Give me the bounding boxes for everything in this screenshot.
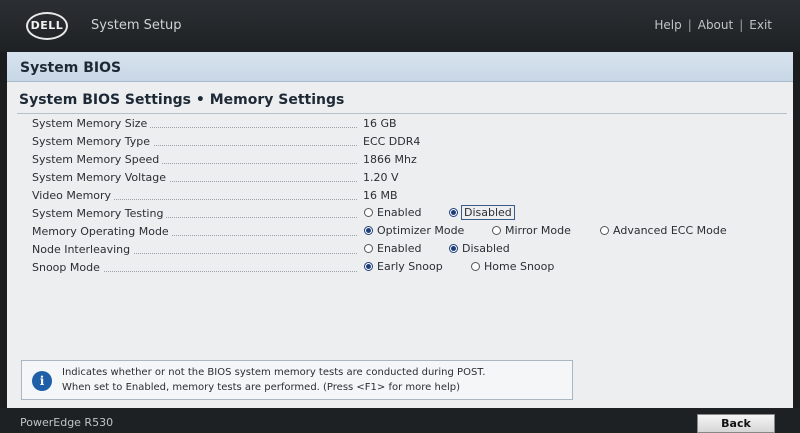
setting-label: System Memory Speed — [32, 153, 163, 166]
setting-row-memory-testing: System Memory Testing Enabled Disabled — [7, 205, 793, 224]
radio-early-snoop[interactable]: Early Snoop — [364, 260, 446, 274]
setting-row-memory-speed: System Memory Speed 1866 Mhz — [7, 152, 793, 170]
radio-selected-icon — [364, 225, 373, 235]
radio-icon — [492, 225, 501, 235]
app-title: System Setup — [91, 18, 182, 33]
radio-selected-icon — [449, 243, 458, 253]
setting-row-memory-voltage: System Memory Voltage 1.20 V — [7, 170, 793, 188]
radio-advanced-ecc-mode[interactable]: Advanced ECC Mode — [600, 224, 730, 238]
setting-label: System Memory Testing — [32, 207, 167, 220]
setting-label: Node Interleaving — [32, 243, 134, 256]
setting-value: ECC DDR4 — [363, 135, 421, 148]
setting-label: Snoop Mode — [32, 261, 103, 274]
settings-list: System Memory Size 16 GB System Memory T… — [7, 116, 793, 278]
setting-value: 16 MB — [363, 189, 398, 202]
radio-node-interleaving-enabled[interactable]: Enabled — [364, 242, 424, 256]
setting-row-snoop-mode: Snoop Mode Early Snoop Home Snoop — [7, 260, 793, 278]
radio-label: Mirror Mode — [505, 224, 571, 237]
exit-link[interactable]: Exit — [749, 18, 772, 32]
panel-header: System BIOS — [7, 52, 793, 82]
radio-mirror-mode[interactable]: Mirror Mode — [492, 224, 574, 238]
radio-label: Home Snoop — [484, 260, 555, 273]
radio-icon — [364, 243, 373, 253]
setting-row-operating-mode: Memory Operating Mode Optimizer Mode Mir… — [7, 224, 793, 242]
link-separator: | — [687, 18, 692, 32]
settings-panel: System BIOS System BIOS Settings • Memor… — [7, 52, 793, 408]
dell-logo: DELL — [26, 12, 68, 40]
setting-label: System Memory Voltage — [32, 171, 170, 184]
help-text: Indicates whether or not the BIOS system… — [62, 365, 485, 395]
top-bar: DELL System Setup Help | About | Exit — [0, 0, 800, 52]
radio-home-snoop[interactable]: Home Snoop — [471, 260, 557, 274]
radio-memory-testing-disabled[interactable]: Disabled — [449, 205, 517, 220]
radio-label: Enabled — [377, 242, 422, 255]
radio-icon — [471, 261, 480, 271]
top-links: Help | About | Exit — [654, 18, 772, 32]
setting-row-video-memory: Video Memory 16 MB — [7, 188, 793, 206]
setting-label: Video Memory — [32, 189, 115, 202]
radio-memory-testing-enabled[interactable]: Enabled — [364, 206, 424, 220]
back-button[interactable]: Back — [697, 414, 775, 433]
section-title: System BIOS Settings • Memory Settings — [19, 92, 345, 108]
radio-node-interleaving-disabled[interactable]: Disabled — [449, 242, 513, 256]
setting-value: 1.20 V — [363, 171, 399, 184]
radio-label: Enabled — [377, 206, 422, 219]
about-link[interactable]: About — [698, 18, 733, 32]
setting-label: System Memory Size — [32, 117, 151, 130]
link-separator: | — [739, 18, 744, 32]
radio-label: Optimizer Mode — [377, 224, 465, 237]
info-icon: i — [32, 371, 52, 391]
help-line: When set to Enabled, memory tests are pe… — [62, 382, 461, 393]
radio-label: Disabled — [461, 205, 515, 220]
footer-bar: PowerEdge R530 Back — [0, 408, 800, 433]
setting-row-memory-size: System Memory Size 16 GB — [7, 116, 793, 134]
divider — [17, 113, 787, 114]
radio-selected-icon — [364, 261, 373, 271]
panel-title: System BIOS — [20, 60, 122, 76]
radio-label: Disabled — [462, 242, 510, 255]
help-line: Indicates whether or not the BIOS system… — [62, 367, 486, 378]
setting-value: 16 GB — [363, 117, 397, 130]
radio-optimizer-mode[interactable]: Optimizer Mode — [364, 224, 467, 238]
radio-selected-icon — [449, 207, 458, 217]
setting-label: Memory Operating Mode — [32, 225, 172, 238]
radio-icon — [600, 225, 609, 235]
setting-label: System Memory Type — [32, 135, 154, 148]
setting-value: 1866 Mhz — [363, 153, 417, 166]
model-name: PowerEdge R530 — [20, 416, 114, 429]
radio-icon — [364, 207, 373, 217]
radio-label: Early Snoop — [377, 260, 443, 273]
setting-row-memory-type: System Memory Type ECC DDR4 — [7, 134, 793, 152]
setting-row-node-interleaving: Node Interleaving Enabled Disabled — [7, 242, 793, 260]
help-link[interactable]: Help — [654, 18, 681, 32]
help-box: i Indicates whether or not the BIOS syst… — [21, 360, 573, 400]
radio-label: Advanced ECC Mode — [613, 224, 727, 237]
